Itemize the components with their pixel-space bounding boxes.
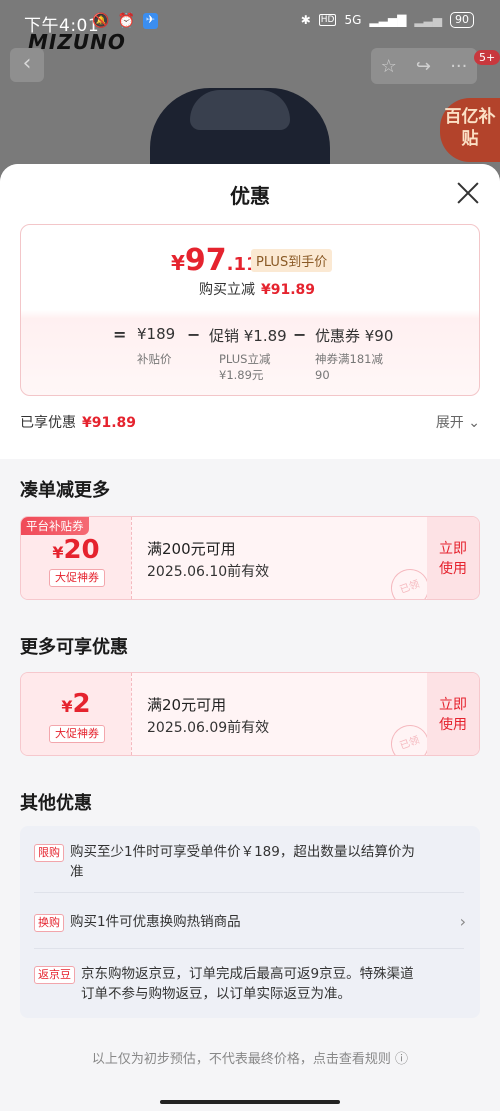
- chevron-down-icon: ⌄: [468, 415, 480, 431]
- use-now-line2: 使用: [439, 717, 467, 733]
- beans-tag: 返京豆: [34, 966, 75, 984]
- other-discount-line1: 购买1件可优惠换购热销商品: [70, 914, 241, 930]
- status-icons-right: ✱ HD 5G ▂▃▅▇ ▂▃▅ 90: [301, 12, 474, 28]
- share-icon[interactable]: ↪: [416, 56, 431, 77]
- enjoyed-discount: 已享优惠 ¥91.89: [20, 412, 136, 432]
- plus-price-tag: PLUS到手价: [251, 249, 333, 272]
- use-now-line1: 立即: [439, 541, 467, 557]
- coupon-validity: 2025.06.10前有效: [147, 564, 270, 580]
- chevron-right-icon[interactable]: ›: [460, 912, 466, 931]
- back-button[interactable]: ‹: [10, 48, 44, 82]
- bluetooth-icon: ✱: [300, 13, 311, 27]
- signal-icon: ▂▃▅▇: [369, 13, 407, 27]
- other-discounts-box: 限购 购买至少1件时可享受单件价￥189，超出数量以结算价为准 换购 购买1件可优惠…: [20, 826, 480, 1018]
- discount-sheet: 优惠 ¥97.11 PLUS到手价 购买立减 ¥91.89 = ¥189 补贴价 …: [0, 164, 500, 1111]
- coupon-type-tag: 大促神券: [49, 569, 105, 587]
- coupon-amount: ¥2: [21, 689, 131, 719]
- equals-sign: =: [113, 325, 127, 344]
- coupon-card: 平台补贴券 ¥20 大促神券 满200元可用 2025.06.10前有效 已领 …: [20, 516, 480, 600]
- enjoyed-value: ¥91.89: [82, 415, 137, 431]
- other-discount-text: 京东购物返京豆，订单完成后最高可返9京豆。特殊渠道 订单不参与购物返豆，以订单实际…: [81, 964, 456, 1004]
- subsidy-tag[interactable]: 百亿补贴: [440, 98, 500, 162]
- coupon-currency: ¥: [61, 697, 73, 716]
- coupon-value: 优惠券 ¥90: [315, 327, 394, 345]
- other-discount-line2: 订单不参与购物返豆，以订单实际返豆为准。: [81, 986, 351, 1002]
- use-now-line1: 立即: [439, 697, 467, 713]
- other-discount-row-limit: 限购 购买至少1件时可享受单件价￥189，超出数量以结算价为准: [34, 842, 464, 882]
- row-divider: [34, 948, 464, 949]
- more-icon[interactable]: ···: [450, 56, 467, 77]
- top-actions: ☆ ↪ ···: [371, 48, 477, 84]
- base-price-label: 补贴价: [137, 352, 172, 366]
- expand-button[interactable]: 展开 ⌄: [436, 412, 480, 432]
- network-label: 5G: [344, 13, 362, 27]
- battery-level: 90: [455, 13, 469, 26]
- coupon-divider: [131, 517, 132, 599]
- use-now-button[interactable]: 立即 使用: [427, 517, 479, 599]
- minus-sign-2: −: [293, 325, 307, 344]
- signal2-icon: ▂▃▅: [414, 13, 442, 27]
- final-price-currency: ¥: [171, 251, 185, 275]
- coupon-condition: 满20元可用: [147, 696, 227, 714]
- other-discount-line1: 购买至少1件时可享受单件价￥189，超出数量以结算价为: [70, 844, 415, 860]
- instant-discount: 购买立减 ¥91.89: [199, 279, 315, 299]
- platform-subsidy-tag: 平台补贴券: [21, 517, 89, 535]
- promo-label-line2: ¥1.89元: [219, 368, 264, 382]
- coupon-card: ¥2 大促神券 满20元可用 2025.06.09前有效 已领 立即 使用: [20, 672, 480, 756]
- promo-label: PLUS立减 ¥1.89元: [219, 351, 271, 383]
- coupon-type-tag: 大促神券: [49, 725, 105, 743]
- promo-value: 促销 ¥1.89: [209, 327, 287, 345]
- use-now-line2: 使用: [439, 561, 467, 577]
- close-icon[interactable]: [456, 181, 480, 205]
- more-badge: 5+: [474, 50, 500, 65]
- section-title-more-discount: 凑单减更多: [20, 480, 110, 501]
- home-indicator[interactable]: [160, 1100, 340, 1104]
- final-price-integer: 97: [184, 243, 227, 278]
- instant-discount-label: 购买立减: [199, 282, 255, 298]
- row-divider: [34, 892, 464, 893]
- section-title-more-available: 更多可享优惠: [20, 637, 128, 658]
- price-card: ¥97.11 PLUS到手价 购买立减 ¥91.89 = ¥189 补贴价 − 促…: [20, 224, 480, 396]
- other-discount-row-exchange[interactable]: 换购 购买1件可优惠换购热销商品: [34, 912, 464, 932]
- mute-icon: 🔕: [92, 13, 110, 29]
- coupon-amount-value: 2: [72, 689, 91, 719]
- favorite-star-icon[interactable]: ☆: [381, 56, 397, 77]
- alarm-icon: ⏰: [117, 13, 135, 29]
- exchange-tag: 换购: [34, 914, 64, 932]
- coupon-divider: [131, 673, 132, 755]
- coupon-label: 神券满181减 90: [315, 351, 383, 383]
- coupon-currency: ¥: [52, 543, 64, 562]
- minus-sign: −: [187, 325, 201, 344]
- hd-icon: HD: [318, 14, 337, 26]
- other-discount-line1: 京东购物返京豆，订单完成后最高可返9京豆。特殊渠道: [81, 966, 414, 982]
- footer-note[interactable]: 以上仅为初步预估，不代表最终价格，点击查看规则 ⓘ: [0, 1048, 500, 1067]
- battery-icon: 90: [450, 12, 474, 28]
- limit-tag: 限购: [34, 844, 64, 862]
- final-price: ¥97.11: [171, 243, 259, 278]
- other-discount-text: 购买至少1件时可享受单件价￥189，超出数量以结算价为准: [70, 842, 455, 882]
- coupon-amount-value: 20: [63, 535, 100, 565]
- instant-discount-value: ¥91.89: [261, 282, 316, 298]
- base-price-value: ¥189: [137, 325, 176, 343]
- coupon-condition: 满200元可用: [147, 540, 236, 558]
- coupon-validity: 2025.06.09前有效: [147, 720, 270, 736]
- status-icons-left: 🔕 ⏰ ✈: [92, 13, 159, 29]
- coupon-label-line2: 90: [315, 368, 330, 382]
- section-title-other-discounts: 其他优惠: [20, 793, 92, 814]
- other-discount-row-beans: 返京豆 京东购物返京豆，订单完成后最高可返9京豆。特殊渠道 订单不参与购物返豆，以订…: [34, 964, 464, 1004]
- coupon-amount: ¥20: [21, 535, 131, 565]
- promo-label-line1: PLUS立减: [219, 352, 271, 366]
- other-discount-line2: 准: [70, 864, 84, 880]
- chevron-left-icon: ‹: [22, 51, 32, 76]
- coupon-label-line1: 神券满181减: [315, 352, 383, 366]
- expand-label: 展开: [435, 415, 464, 431]
- use-now-button[interactable]: 立即 使用: [427, 673, 479, 755]
- app-notification-icon: ✈: [142, 13, 159, 29]
- sheet-title: 优惠: [230, 184, 270, 208]
- enjoyed-label: 已享优惠: [20, 415, 76, 431]
